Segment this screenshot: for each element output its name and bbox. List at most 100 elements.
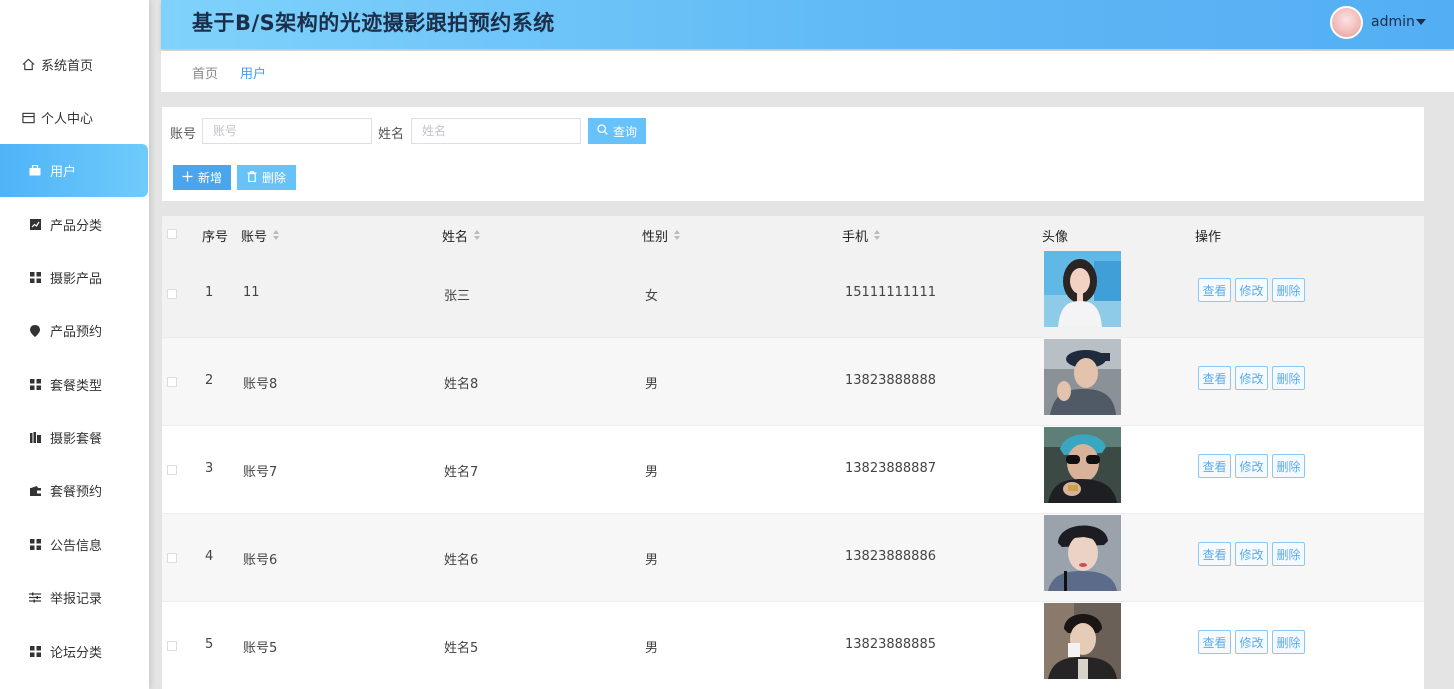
- sidebar-item-reports[interactable]: 举报记录: [0, 571, 149, 624]
- table-row: 1 11 张三 女 15111111111 查看 修改 删除: [162, 250, 1424, 338]
- cell-gender: 男: [645, 377, 659, 392]
- chart-icon: [27, 217, 43, 233]
- delete-button[interactable]: 删除: [1272, 278, 1305, 302]
- cell-account: 账号8: [243, 377, 278, 392]
- briefcase-icon: [27, 163, 43, 179]
- sidebar-item-label: 摄影产品: [50, 272, 103, 287]
- sort-icon[interactable]: [874, 230, 881, 241]
- avatar-photo: [1044, 427, 1121, 503]
- table-header: 序号 账号 姓名 性别 手机 头像 操作: [162, 216, 1424, 250]
- sidebar-item-label: 用户: [50, 165, 77, 180]
- view-button[interactable]: 查看: [1198, 454, 1231, 478]
- avatar-photo: [1044, 515, 1121, 591]
- sort-icon[interactable]: [273, 230, 280, 241]
- delete-button[interactable]: 删除: [1272, 542, 1305, 566]
- row-checkbox[interactable]: [167, 553, 177, 563]
- select-all-checkbox[interactable]: [167, 229, 177, 239]
- row-actions: 查看 修改 删除: [1198, 454, 1305, 478]
- row-checkbox[interactable]: [167, 377, 177, 387]
- add-button[interactable]: 新增: [173, 165, 231, 190]
- sidebar-item-product-booking[interactable]: 产品预约: [0, 304, 149, 357]
- sidebar-item-label: 产品分类: [50, 219, 103, 234]
- wallet-icon: [27, 483, 43, 499]
- sidebar-item-package-type[interactable]: 套餐类型: [0, 358, 149, 411]
- sidebar-item-label: 摄影套餐: [50, 432, 103, 447]
- search-icon: [597, 124, 608, 138]
- sidebar-item-product-category[interactable]: 产品分类: [0, 198, 149, 251]
- cell-name: 姓名8: [444, 377, 479, 392]
- header-account[interactable]: 账号: [241, 226, 280, 245]
- sort-icon[interactable]: [674, 230, 681, 241]
- row-checkbox[interactable]: [167, 465, 177, 475]
- cell-phone: 15111111111: [845, 285, 936, 300]
- sidebar-item-profile[interactable]: 个人中心: [0, 91, 149, 144]
- view-button[interactable]: 查看: [1198, 630, 1231, 654]
- grid-icon: [27, 537, 43, 553]
- cell-account: 11: [243, 285, 260, 300]
- bulk-delete-button[interactable]: 删除: [237, 165, 296, 190]
- cell-account: 账号6: [243, 553, 278, 568]
- view-button[interactable]: 查看: [1198, 278, 1231, 302]
- header-gender[interactable]: 性别: [642, 226, 681, 245]
- sidebar-item-photo-packages[interactable]: 摄影套餐: [0, 411, 149, 464]
- row-checkbox[interactable]: [167, 641, 177, 651]
- cell-index: 1: [205, 285, 214, 300]
- card-icon: [20, 110, 36, 126]
- sidebar-item-forum-category[interactable]: 论坛分类: [0, 625, 149, 678]
- sidebar-item-photo-products[interactable]: 摄影产品: [0, 251, 149, 304]
- grid-icon: [27, 377, 43, 393]
- cell-account: 账号7: [243, 465, 278, 480]
- cell-index: 3: [205, 461, 214, 476]
- cell-phone: 13823888888: [845, 373, 936, 388]
- bars-icon: [27, 430, 43, 446]
- breadcrumb-home[interactable]: 首页: [192, 63, 218, 82]
- view-button[interactable]: 查看: [1198, 542, 1231, 566]
- app-title: 基于B/S架构的光迹摄影跟拍预约系统: [192, 11, 555, 35]
- header-name[interactable]: 姓名: [442, 226, 481, 245]
- sidebar-item-label: 公告信息: [50, 539, 103, 554]
- query-button[interactable]: 查询: [588, 118, 646, 144]
- table-row: 2 账号8 姓名8 男 13823888888 查看 修改 删除: [162, 338, 1424, 426]
- header-actions: 操作: [1195, 230, 1222, 245]
- edit-button[interactable]: 修改: [1235, 454, 1268, 478]
- avatar[interactable]: [1330, 6, 1363, 39]
- name-input[interactable]: [411, 118, 581, 144]
- caret-down-icon[interactable]: [1416, 19, 1426, 25]
- sidebar-item-label: 系统首页: [41, 59, 94, 74]
- header-avatar: 头像: [1042, 230, 1069, 245]
- delete-button[interactable]: 删除: [1272, 366, 1305, 390]
- grid-icon: [27, 270, 43, 286]
- sidebar-item-label: 套餐类型: [50, 379, 103, 394]
- table-row: 3 账号7 姓名7 男 13823888887 查看 修改 删除: [162, 426, 1424, 514]
- header-phone[interactable]: 手机: [842, 226, 881, 245]
- breadcrumb: 首页 用户: [161, 51, 1454, 92]
- delete-button[interactable]: 删除: [1272, 630, 1305, 654]
- user-name[interactable]: admin: [1371, 14, 1415, 30]
- search-panel: 账号 姓名 查询 新增 删除: [162, 107, 1424, 201]
- sidebar-item-label: 举报记录: [50, 592, 103, 607]
- sidebar-item-users[interactable]: 用户: [0, 144, 148, 197]
- row-checkbox[interactable]: [167, 289, 177, 299]
- table-row: 4 账号6 姓名6 男 13823888886 查看 修改 删除: [162, 514, 1424, 602]
- edit-button[interactable]: 修改: [1235, 366, 1268, 390]
- sidebar-item-package-booking[interactable]: 套餐预约: [0, 464, 149, 517]
- edit-button[interactable]: 修改: [1235, 542, 1268, 566]
- add-button-label: 新增: [197, 171, 222, 185]
- grid-icon: [27, 644, 43, 660]
- cell-gender: 男: [645, 465, 659, 480]
- cell-name: 姓名6: [444, 553, 479, 568]
- edit-button[interactable]: 修改: [1235, 630, 1268, 654]
- account-input[interactable]: [202, 118, 372, 144]
- cell-gender: 男: [645, 553, 659, 568]
- sidebar-item-label: 产品预约: [50, 325, 103, 340]
- edit-button[interactable]: 修改: [1235, 278, 1268, 302]
- view-button[interactable]: 查看: [1198, 366, 1231, 390]
- row-actions: 查看 修改 删除: [1198, 630, 1305, 654]
- cell-name: 姓名7: [444, 465, 479, 480]
- name-label: 姓名: [378, 127, 405, 142]
- delete-button[interactable]: 删除: [1272, 454, 1305, 478]
- sidebar-item-announcements[interactable]: 公告信息: [0, 518, 149, 571]
- sort-icon[interactable]: [474, 230, 481, 241]
- breadcrumb-current: 用户: [240, 67, 267, 82]
- sidebar-item-home[interactable]: 系统首页: [0, 38, 149, 91]
